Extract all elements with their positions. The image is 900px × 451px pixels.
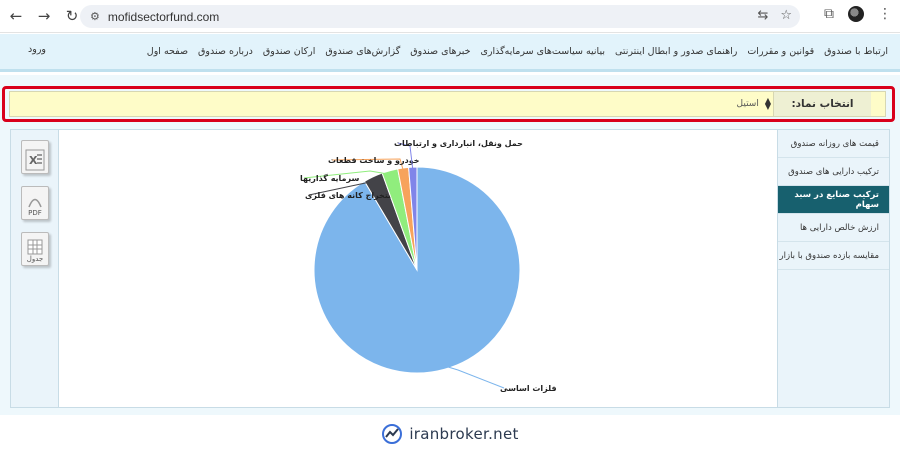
pie-connector-line [442,365,505,389]
pie-slice-label: خودرو و ساخت قطعات [328,156,420,165]
browser-toolbar: ← → ↻ ⚙ mofidsectorfund.com ⇆ ☆ ⧉ ⋮ [0,0,900,33]
export-toolbar: X PDF جدول [11,130,59,407]
tab-daily-prices[interactable]: قیمت های روزانه صندوق [778,130,889,158]
more-menu-icon[interactable]: ⋮ [878,6,892,22]
tab-nav[interactable]: ارزش خالص دارایی ها [778,214,889,242]
tab-industry-composition[interactable]: ترکیب صنایع در سبد سهام [778,186,889,214]
pdf-label: PDF [28,209,42,217]
pdf-icon [28,198,42,208]
menu-item-home[interactable]: صفحه اول [147,46,188,57]
login-link[interactable]: ورود [28,44,46,55]
url-text: mofidsectorfund.com [107,9,220,24]
menu-item-policy[interactable]: بیانیه سیاست‌های سرمایه‌گذاری [480,46,605,57]
pie-slice-label: فلزات اساسی [500,384,557,393]
menu-item-guide[interactable]: راهنمای صدور و ابطال اینترنتی [615,46,737,57]
pie-slice-label: سرمایه گذاریها [300,173,359,183]
pie-slice-label: استخراج کانه های فلزی [305,191,399,200]
address-bar[interactable]: ⚙ mofidsectorfund.com ⇆ ☆ [80,5,800,28]
profile-avatar[interactable] [848,6,864,22]
table-label: جدول [26,255,44,263]
highlight-frame [2,86,895,122]
svg-text:X: X [29,154,38,167]
forward-icon[interactable]: → [32,4,56,28]
extension-icon[interactable]: ⧉ [824,6,834,22]
tab-return-comparison[interactable]: مقایسه بازده صندوق با بازار [778,242,889,270]
iranbroker-logo-icon [382,423,403,444]
menu-item-pillars[interactable]: ارکان صندوق [263,46,316,57]
industry-pie-chart: فلزات اساسی استخراج کانه های فلزی سرمایه گ… [60,130,777,407]
menu-item-rules[interactable]: قوانین و مقررات [747,46,814,57]
menu-item-about[interactable]: درباره صندوق [198,46,253,57]
footer-brand-text: iranbroker.net [409,424,519,443]
footer-brand: iranbroker.net [0,416,900,451]
pie-chart-svg: فلزات اساسی استخراج کانه های فلزی سرمایه گ… [300,139,557,393]
report-tabs: قیمت های روزانه صندوق ترکیب دارایی های ص… [777,130,889,407]
table-view-button[interactable]: جدول [21,232,49,266]
excel-export-button[interactable]: X [21,140,49,174]
excel-icon: X [25,149,45,171]
table-icon [27,239,43,255]
site-header: صفحه اول درباره صندوق ارکان صندوق گزارش‌… [0,34,900,72]
pdf-export-button[interactable]: PDF [21,186,49,220]
bookmark-star-icon[interactable]: ☆ [780,8,792,23]
report-panel: X PDF جدول فلزات اساسی استخراج کانه های … [10,129,890,408]
menu-item-reports[interactable]: گزارش‌های صندوق [325,46,400,57]
menu-item-news[interactable]: خبرهای صندوق [410,46,470,57]
tab-asset-composition[interactable]: ترکیب دارایی های صندوق [778,158,889,186]
site-info-icon[interactable]: ⚙ [90,10,100,23]
pie-slice-label: حمل ونقل، انبارداری و ارتباطات [394,139,523,148]
translate-icon[interactable]: ⇆ [757,8,768,23]
main-menu: صفحه اول درباره صندوق ارکان صندوق گزارش‌… [147,34,888,68]
menu-item-contact[interactable]: ارتباط با صندوق [824,46,888,57]
back-icon[interactable]: ← [4,4,28,28]
